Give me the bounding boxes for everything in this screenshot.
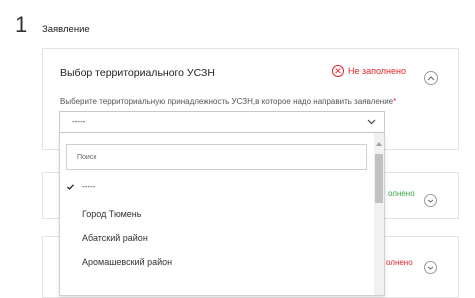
chevron-down-icon — [427, 266, 434, 270]
scroll-up-arrow-icon[interactable] — [376, 142, 382, 146]
chevron-down-icon — [427, 199, 434, 203]
section-status: ✕ Не заполнено — [331, 65, 406, 77]
dropdown-option[interactable]: ----- — [60, 176, 374, 198]
expand-section-3-button[interactable] — [424, 261, 437, 274]
scrollbar-thumb[interactable] — [375, 154, 383, 203]
field-hint: Выберите территориальную принадлежность … — [60, 97, 396, 106]
checkmark-icon — [67, 184, 74, 190]
status-label: Не заполнено — [347, 66, 406, 76]
field-hint-text: Выберите территориальную принадлежность … — [60, 97, 394, 106]
step-title: Заявление — [42, 24, 90, 35]
collapse-section-button[interactable] — [424, 71, 438, 85]
option-label: ----- — [82, 182, 96, 191]
chevron-up-icon — [427, 75, 435, 80]
dropdown-option[interactable]: Город Тюмень — [60, 203, 374, 225]
dropdown-scrollbar[interactable] — [374, 133, 384, 295]
search-input[interactable] — [67, 145, 366, 169]
dropdown-option[interactable]: Аромашевский район — [60, 251, 374, 273]
select-dropdown: ----- Город Тюмень Абатский район Аромаш… — [59, 133, 385, 296]
section-2-status: олнено — [388, 189, 415, 198]
uszn-select[interactable]: ----- — [59, 111, 385, 133]
select-value: ----- — [72, 117, 86, 126]
section-title: Выбор территориального УСЗН — [60, 67, 215, 79]
step-number: 1 — [15, 12, 28, 37]
chevron-down-icon — [367, 119, 376, 125]
option-label: Город Тюмень — [82, 209, 142, 219]
option-label: Аромашевский район — [82, 257, 173, 267]
expand-section-2-button[interactable] — [424, 194, 437, 207]
section-3-status: олнено — [386, 258, 413, 267]
required-mark: * — [393, 97, 397, 106]
dropdown-search[interactable] — [66, 144, 367, 170]
close-circle-icon: ✕ — [331, 65, 344, 77]
option-label: Абатский район — [82, 233, 148, 243]
dropdown-option[interactable]: Абатский район — [60, 227, 374, 249]
